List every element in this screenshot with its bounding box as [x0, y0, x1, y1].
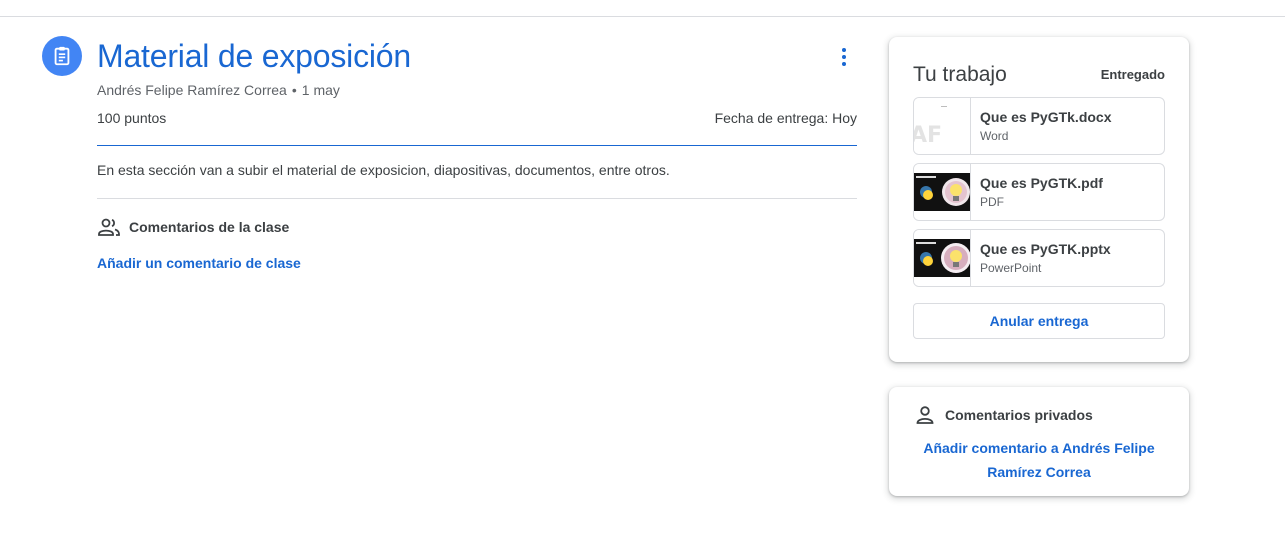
description-divider	[97, 198, 857, 199]
attachment-docx[interactable]: AF Que es PyGTk.docx Word	[913, 97, 1165, 155]
meta-separator: •	[291, 82, 297, 98]
header-divider	[97, 145, 857, 146]
author-name: Andrés Felipe Ramírez Correa	[97, 82, 287, 98]
assignment-meta: Andrés Felipe Ramírez Correa • 1 may	[97, 82, 340, 98]
attachment-type: PowerPoint	[980, 261, 1042, 275]
status-badge: Entregado	[1100, 67, 1165, 82]
slide-thumbnail	[914, 230, 971, 286]
svg-text:AF: AF	[914, 123, 942, 148]
assignment-description: En esta sección van a subir el material …	[97, 162, 670, 178]
attachment-type: PDF	[980, 195, 1004, 209]
your-work-title: Tu trabajo	[913, 63, 1007, 86]
post-date: 1 may	[301, 82, 340, 98]
people-icon	[97, 217, 121, 237]
due-date: Fecha de entrega: Hoy	[714, 110, 857, 126]
slide-thumbnail	[914, 164, 971, 220]
page-title: Material de exposición	[97, 38, 411, 74]
top-divider	[0, 16, 1285, 17]
attachment-name: Que es PyGTK.pdf	[980, 175, 1103, 191]
attachment-name: Que es PyGTk.docx	[980, 109, 1112, 125]
class-comments-label: Comentarios de la clase	[129, 219, 290, 235]
assignment-icon	[42, 36, 82, 76]
attachment-type: Word	[980, 129, 1009, 143]
attachment-name: Que es PyGTK.pptx	[980, 241, 1111, 257]
unsubmit-button[interactable]: Anular entrega	[913, 303, 1165, 339]
attachment-pptx[interactable]: Que es PyGTK.pptx PowerPoint	[913, 229, 1165, 287]
add-class-comment-link[interactable]: Añadir un comentario de clase	[97, 255, 301, 271]
add-private-comment-link[interactable]: Añadir comentario a Andrés Felipe Ramíre…	[909, 436, 1169, 484]
private-comments-card: Comentarios privados Añadir comentario a…	[889, 387, 1189, 496]
your-work-card: Tu trabajo Entregado AF Que es PyGTk.doc…	[889, 37, 1189, 362]
points-label: 100 puntos	[97, 110, 167, 126]
attachment-pdf[interactable]: Que es PyGTK.pdf PDF	[913, 163, 1165, 221]
more-vert-icon[interactable]	[832, 45, 856, 69]
word-doc-thumbnail: AF	[914, 98, 971, 154]
person-icon	[915, 405, 935, 425]
private-comments-label: Comentarios privados	[945, 407, 1093, 423]
